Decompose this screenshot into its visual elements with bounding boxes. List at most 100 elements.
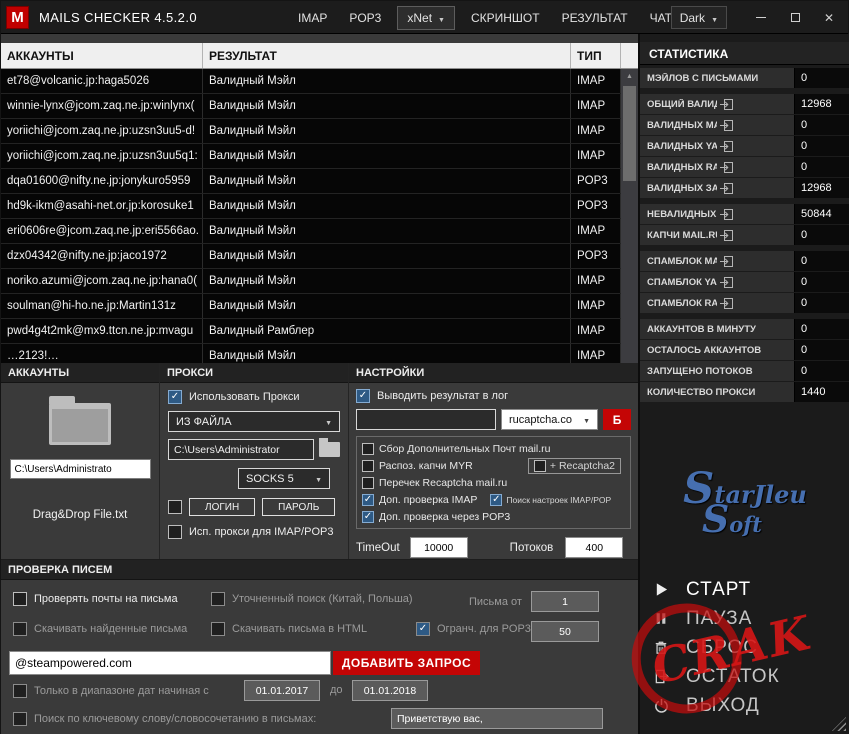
table-scrollbar[interactable] xyxy=(621,69,638,363)
column-header-accounts[interactable]: АККАУНТЫ xyxy=(1,43,203,68)
stat-row: ВАЛИДНЫХ RAMBLER.RU0 xyxy=(640,157,849,177)
theme-selector[interactable]: Dark xyxy=(670,6,727,29)
cell-account: dzx04342@nifty.ne.jp:jaco1972 xyxy=(1,244,203,268)
option-checkbox[interactable] xyxy=(362,459,374,472)
power-action-button[interactable]: ВЫХОД xyxy=(640,691,849,720)
close-button[interactable] xyxy=(812,1,846,34)
table-row[interactable]: winnie-lynx@jcom.zaq.ne.jp:winlynx(Валид… xyxy=(1,94,638,119)
export-icon[interactable] xyxy=(720,208,790,220)
menu-item-результат[interactable]: РЕЗУЛЬТАТ xyxy=(551,1,639,34)
use-proxy-label: Использовать Прокси xyxy=(189,391,300,403)
captcha-key-input[interactable] xyxy=(356,409,496,430)
export-icon[interactable] xyxy=(720,182,790,194)
cell-account: winnie-lynx@jcom.zaq.ne.jp:winlynx( xyxy=(1,94,203,118)
column-header-result[interactable]: РЕЗУЛЬТАТ xyxy=(203,43,571,68)
keyword-search-checkbox[interactable] xyxy=(13,712,27,726)
proxy-path-input[interactable] xyxy=(168,439,314,460)
export-icon[interactable] xyxy=(720,98,790,110)
chevron-down-icon xyxy=(705,11,718,25)
stat-row: ВАЛИДНЫХ MAIL.RU0 xyxy=(640,115,849,135)
option-checkbox[interactable] xyxy=(362,493,374,506)
accounts-file-path[interactable]: C:\Users\Administrato xyxy=(9,459,151,479)
password-button[interactable]: ПАРОЛЬ xyxy=(262,498,336,516)
export-icon[interactable] xyxy=(720,140,790,152)
export-icon[interactable] xyxy=(720,229,790,241)
refined-search-row: Уточненный поиск (Китай, Польша) xyxy=(211,592,413,606)
table-row[interactable]: yoriichi@jcom.zaq.ne.jp:uzsn3uu5q1: Валид… xyxy=(1,144,638,169)
cell-type: IMAP xyxy=(571,319,621,343)
scrollbar-thumb[interactable] xyxy=(623,86,636,181)
settings-options: Сбор Дополнительных Почт mail.ru Распоз. … xyxy=(356,436,631,529)
export-action-button[interactable]: ОСТАТОК xyxy=(640,662,849,691)
option-checkbox[interactable] xyxy=(362,476,374,489)
cell-result: Валидный Мэйл xyxy=(203,269,571,293)
menu-item-скриншот[interactable]: СКРИНШОТ xyxy=(460,1,551,34)
table-row[interactable]: pwd4g4t2mk@mx9.ttcn.ne.jp:mvagu Валидный … xyxy=(1,319,638,344)
table-row[interactable]: yoriichi@jcom.zaq.ne.jp:uzsn3uu5-d! Валид… xyxy=(1,119,638,144)
proxy-type-dropdown[interactable]: SOCKS 5 xyxy=(238,468,330,489)
export-icon[interactable] xyxy=(720,119,790,131)
proxy-panel-title: ПРОКСИ xyxy=(160,363,348,383)
stat-row: СПАМБЛОК RAMBLER.RU0 xyxy=(640,293,849,313)
letters-from-input[interactable] xyxy=(531,591,599,612)
column-header-filler xyxy=(621,43,638,68)
threads-input[interactable] xyxy=(565,537,624,558)
cell-account: yoriichi@jcom.zaq.ne.jp:uzsn3uu5q1: xyxy=(1,144,203,168)
trash-action-button[interactable]: СБРОС xyxy=(640,633,849,662)
add-query-button[interactable]: ДОБАВИТЬ ЗАПРОС xyxy=(333,651,480,675)
pause-action-button[interactable]: ПАУЗА xyxy=(640,604,849,633)
table-row[interactable]: …2123!… Валидный Мэйл IMAP xyxy=(1,344,638,363)
stat-value: 0 xyxy=(794,293,849,313)
menu-item-imap[interactable]: IMAP xyxy=(287,1,338,34)
play-action-button[interactable]: СТАРТ xyxy=(640,575,849,604)
keyword-input[interactable] xyxy=(391,708,603,729)
proxy-auth-checkbox[interactable] xyxy=(168,500,182,514)
download-found-checkbox[interactable] xyxy=(13,622,27,636)
check-mail-checkbox[interactable] xyxy=(13,592,27,606)
menu-item-pop3[interactable]: POP3 xyxy=(338,1,392,34)
proxy-imap-pop3-checkbox[interactable] xyxy=(168,525,182,539)
stat-value: 0 xyxy=(794,157,849,177)
proxy-source-dropdown[interactable]: ИЗ ФАЙЛА xyxy=(168,411,340,432)
balance-button[interactable]: Б xyxy=(603,409,631,430)
export-icon[interactable] xyxy=(720,297,790,309)
table-row[interactable]: dqa01600@nifty.ne.jp:jonykuro5959 Валидны… xyxy=(1,169,638,194)
starjleu-soft-logo: StarJleu Soft xyxy=(640,463,849,541)
maximize-button[interactable] xyxy=(778,1,812,34)
date-range-checkbox[interactable] xyxy=(13,684,27,698)
table-row[interactable]: noriko.azumi@jcom.zaq.ne.jp:hana0(Валидн… xyxy=(1,269,638,294)
table-row[interactable]: et78@volcanic.jp:haga5026 Валидный Мэйл IM… xyxy=(1,69,638,94)
captcha-service-dropdown[interactable]: rucaptcha.co xyxy=(501,409,598,430)
login-button[interactable]: ЛОГИН xyxy=(189,498,256,516)
export-icon[interactable] xyxy=(720,161,790,173)
settings-panel: НАСТРОЙКИ Выводить результат в лог rucap… xyxy=(349,363,638,559)
option-checkbox[interactable] xyxy=(362,510,374,523)
export-icon[interactable] xyxy=(720,276,790,288)
folder-browse-icon[interactable] xyxy=(319,438,340,457)
folder-icon[interactable] xyxy=(49,396,111,445)
scroll-up-icon[interactable] xyxy=(621,69,638,84)
cell-result: Валидный Мэйл xyxy=(203,119,571,143)
table-row[interactable]: dzx04342@nifty.ne.jp:jaco1972 Валидный Мэ… xyxy=(1,244,638,269)
minimize-button[interactable] xyxy=(744,1,778,34)
table-row[interactable]: hd9k-ikm@asahi-net.or.jp:korosuke1 Валидн… xyxy=(1,194,638,219)
option-extra-checkbox[interactable] xyxy=(533,459,546,472)
column-header-type[interactable]: ТИП xyxy=(571,43,621,68)
query-input[interactable] xyxy=(9,651,331,675)
use-proxy-checkbox[interactable] xyxy=(168,390,182,404)
menu-item-xnet[interactable]: xNet xyxy=(397,5,455,30)
stat-row: ВАЛИДНЫХ ЗАРУБЕЖНЫХ12968 xyxy=(640,178,849,198)
date-from-input[interactable] xyxy=(244,680,320,701)
pop3-limit-input[interactable] xyxy=(531,621,599,642)
table-row[interactable]: eri0606re@jcom.zaq.ne.jp:eri5566ao. Валид… xyxy=(1,219,638,244)
date-to-input[interactable] xyxy=(352,680,428,701)
table-row[interactable]: soulman@hi-ho.ne.jp:Martin131z Валидный М… xyxy=(1,294,638,319)
refined-search-checkbox[interactable] xyxy=(211,592,225,606)
timeout-input[interactable] xyxy=(409,537,468,558)
pop3-limit-checkbox[interactable] xyxy=(416,622,430,636)
log-output-checkbox[interactable] xyxy=(356,389,370,403)
option-extra-checkbox[interactable] xyxy=(490,493,503,506)
option-checkbox[interactable] xyxy=(362,442,374,455)
download-html-checkbox[interactable] xyxy=(211,622,225,636)
export-icon[interactable] xyxy=(720,255,790,267)
